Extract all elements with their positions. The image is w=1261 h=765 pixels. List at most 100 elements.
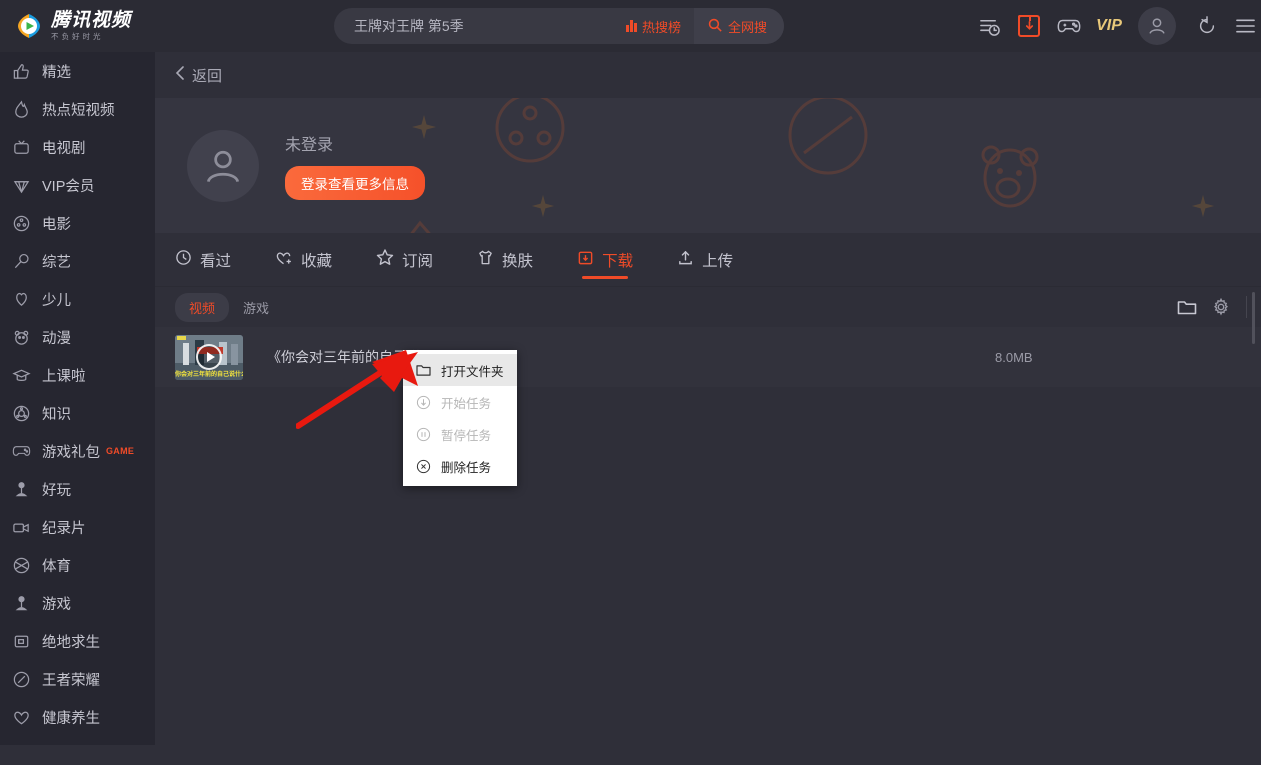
pause-circle-icon [415,426,431,442]
logo-title: 腾讯视频 [51,9,132,31]
flame-icon [12,99,42,119]
sidebar-item-label: 游戏礼包 [42,444,100,461]
video-thumbnail[interactable]: 你会对三年前的自己说什么 [175,334,243,380]
context-menu-item-delete-task[interactable]: 删除任务 [403,450,517,482]
download-circle-icon [415,394,431,410]
tab-label: 订阅 [402,252,434,270]
sidebar-item-youxi[interactable]: 游戏 [0,584,155,622]
film-reel-icon [12,214,42,233]
sparkle-decoration-icon [1191,194,1215,218]
profile-avatar[interactable] [187,129,259,202]
hot-search-button[interactable]: 热搜榜 [613,8,694,44]
tab-uploads[interactable]: 上传 [677,233,733,287]
tab-favorites[interactable]: 收藏 [275,233,332,287]
search-icon [708,18,722,35]
upload-icon [677,249,694,271]
back-button[interactable]: 返回 [175,65,222,86]
download-icon [577,249,594,271]
sidebar-item-dongman[interactable]: 动漫 [0,318,155,356]
download-list: 你会对三年前的自己说什么 《你会对三年前的自己说... 8.0MB [155,327,1261,387]
panda-icon [12,328,42,347]
sidebar-item-youxilibao[interactable]: 游戏礼包 GAME [0,432,155,470]
sidebar-item-shaoer[interactable]: 少儿 [0,280,155,318]
download-icon[interactable] [1009,0,1049,52]
search-input[interactable] [334,18,614,34]
table-row[interactable]: 你会对三年前的自己说什么 《你会对三年前的自己说... 8.0MB [155,327,1261,387]
subtab-game[interactable]: 游戏 [229,293,283,322]
sidebar-item-label: 绝地求生 [42,634,100,651]
vip-icon[interactable]: VIP [1089,0,1129,52]
avatar[interactable] [1129,0,1185,52]
sidebar-item-tiyu[interactable]: 体育 [0,546,155,584]
tab-skin[interactable]: 换肤 [477,233,533,287]
basketball-icon [12,556,42,575]
sidebar-item-jilupian[interactable]: 纪录片 [0,508,155,546]
context-menu-label: 打开文件夹 [441,364,504,379]
sidebar-item-label: VIP会员 [42,178,95,195]
login-button[interactable]: 登录查看更多信息 [285,166,425,200]
play-icon[interactable] [196,344,222,370]
tencent-video-logo-icon [14,11,44,41]
film-reel-decoration-icon [495,98,565,163]
megaphone-decoration-icon [788,98,868,175]
context-menu-item-open-folder[interactable]: 打开文件夹 [403,354,517,386]
pubg-icon [12,632,42,651]
graduation-cap-icon [12,366,42,385]
sidebar-item-label: 纪录片 [42,520,86,537]
sidebar-item-zongyi[interactable]: 综艺 [0,242,155,280]
tv-icon [12,138,42,157]
joystick-icon [12,594,42,613]
sidebar-item-wangzherongyao[interactable]: 王者荣耀 [0,660,155,698]
profile-tabs: 看过 收藏 订阅 换肤 下载 上传 [155,233,1261,287]
sidebar-item-juediqiusheng[interactable]: 绝地求生 [0,622,155,660]
sidebar-item-jingxuan[interactable]: 精选 [0,52,155,90]
sidebar-item-label: 游戏 [42,596,71,613]
honor-icon [12,670,42,689]
subbar-divider [1246,296,1247,318]
sidebar-item-shangkela[interactable]: 上课啦 [0,356,155,394]
tab-subscriptions[interactable]: 订阅 [376,233,433,287]
sidebar-item-label: 体育 [42,558,71,575]
tab-watched[interactable]: 看过 [175,233,231,287]
sidebar-item-dianshiju[interactable]: 电视剧 [0,128,155,166]
thumbnail-subtitle: 你会对三年前的自己说什么 [175,371,243,378]
gear-icon[interactable] [1204,290,1238,324]
sidebar[interactable]: 精选 热点短视频 电视剧 VIP会员 电影 综艺 少儿 动漫 上课啦 知识 游戏… [0,52,155,757]
sidebar-item-label: 综艺 [42,254,71,271]
app-window: 腾讯视频 不负好时光 热搜榜 全网搜 [0,0,1261,765]
tab-label: 上传 [702,252,734,270]
tab-downloads[interactable]: 下载 [577,233,633,287]
sidebar-item-jiankangyangsheng[interactable]: 健康养生 [0,698,155,736]
sidebar-item-label: 少儿 [42,292,71,309]
sidebar-item-vip[interactable]: VIP会员 [0,166,155,204]
sidebar-item-label: 好玩 [42,482,71,499]
star-icon [376,248,394,271]
sidebar-item-label: 动漫 [42,330,71,347]
context-menu-item-pause-task: 暂停任务 [403,418,517,450]
logo-subtitle: 不负好时光 [51,31,104,41]
context-menu-item-start-task: 开始任务 [403,386,517,418]
menu-icon[interactable] [1229,0,1261,52]
gamepad-icon [12,443,42,459]
gamepad-icon[interactable] [1049,0,1089,52]
subtab-video[interactable]: 视频 [175,292,230,322]
app-logo[interactable]: 腾讯视频 不负好时光 [0,0,155,52]
sidebar-item-badge: GAME [106,446,135,456]
history-icon[interactable] [969,0,1009,52]
refresh-icon[interactable] [1185,0,1229,52]
folder-icon[interactable] [1170,290,1204,324]
sidebar-item-label: 电视剧 [42,140,86,157]
sidebar-item-zhishi[interactable]: 知识 [0,394,155,432]
sidebar-item-dianying[interactable]: 电影 [0,204,155,242]
sidebar-item-redianduanshipin[interactable]: 热点短视频 [0,90,155,128]
diamond-icon [12,176,42,195]
sidebar-item-haowan[interactable]: 好玩 [0,470,155,508]
vip-label: VIP [1096,17,1122,34]
ribbon-decoration-icon [410,220,431,233]
web-search-button[interactable]: 全网搜 [693,8,784,44]
sidebar-item-label: 精选 [42,64,71,81]
sidebar-item-label: 健康养生 [42,710,100,727]
download-subbar: 视频 游戏 [155,287,1261,327]
context-menu-label: 删除任务 [441,460,492,475]
content-scrollbar[interactable] [1252,292,1255,344]
